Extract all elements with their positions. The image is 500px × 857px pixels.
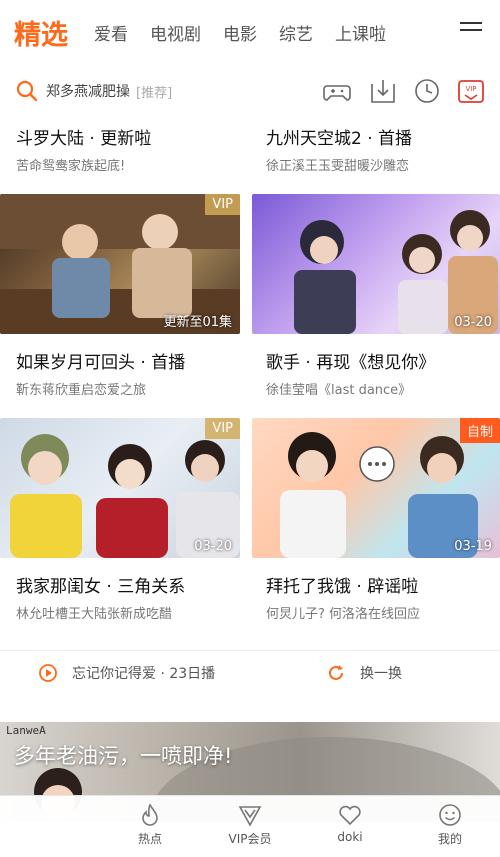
- video-title: 我家那闺女 · 三角关系: [16, 577, 186, 597]
- vip-badge: VIP: [205, 194, 240, 215]
- flame-icon: [142, 803, 158, 826]
- video-title: 如果岁月可回头 · 首播: [16, 353, 186, 373]
- search-bar[interactable]: 郑多燕减肥操 [推荐]: [16, 76, 306, 106]
- top-nav: 精选 爱看 电视剧 电影 综艺 上课啦: [0, 0, 500, 64]
- schedule-link-label: 忘记你记得爱 · 23日播: [72, 666, 216, 682]
- row1-right[interactable]: 九州天空城2 · 首播 徐正溪王玉雯甜暖沙雕恋: [266, 124, 500, 174]
- date-caption: 03-20: [194, 539, 232, 554]
- refresh-button[interactable]: 换一换: [326, 663, 402, 683]
- smiley-icon: [439, 804, 461, 826]
- video-subtitle: 靳东蒋欣重启恋爱之旅: [16, 383, 147, 398]
- video-thumbnail[interactable]: VIP 更新至01集: [0, 194, 240, 334]
- ad-brand: LanweA: [6, 724, 46, 737]
- nav-vip-label: VIP会员: [228, 832, 272, 846]
- nav-me-label: 我的: [437, 832, 462, 846]
- video-thumbnail[interactable]: 自制 03-19: [252, 418, 500, 558]
- svg-text:VIP: VIP: [465, 85, 476, 93]
- vip-icon[interactable]: VIP: [456, 76, 486, 106]
- ad-slogan: 多年老油污，一喷即净!: [14, 744, 233, 768]
- thumbnail-art: [294, 210, 498, 334]
- row3-right[interactable]: 拜托了我饿 · 辟谣啦 何炅儿子? 何洛洛在线回应: [266, 572, 500, 622]
- nav-vip[interactable]: VIP会员: [215, 802, 285, 847]
- menu-icon[interactable]: [460, 22, 482, 38]
- original-badge: 自制: [459, 418, 500, 443]
- nav-doki-label: doki: [337, 830, 363, 844]
- tab-class[interactable]: 上课啦: [335, 20, 386, 45]
- clock-icon[interactable]: [412, 76, 442, 106]
- refresh-label: 换一换: [360, 666, 402, 682]
- video-title: 九州天空城2 · 首播: [266, 129, 413, 149]
- vip-badge: VIP: [205, 418, 240, 439]
- tab-tv-series[interactable]: 电视剧: [150, 20, 201, 45]
- video-thumbnail[interactable]: 03-20: [252, 194, 500, 334]
- row1-left[interactable]: 斗罗大陆 · 更新啦 苦命鸳鸯家族起底!: [16, 124, 251, 174]
- nav-doki[interactable]: doki: [315, 802, 385, 844]
- video-thumbnail[interactable]: VIP 03-20: [0, 418, 240, 558]
- heart-icon: [339, 805, 361, 826]
- video-subtitle: 何炅儿子? 何洛洛在线回应: [266, 607, 421, 622]
- more-links: 忘记你记得爱 · 23日播 换一换: [0, 650, 500, 696]
- tab-aikan[interactable]: 爱看: [94, 20, 128, 45]
- video-subtitle: 徐正溪王玉雯甜暖沙雕恋: [266, 159, 410, 174]
- video-title: 斗罗大陆 · 更新啦: [16, 129, 152, 149]
- video-title: 拜托了我饿 · 辟谣啦: [266, 577, 419, 597]
- tab-variety[interactable]: 综艺: [279, 20, 313, 45]
- video-subtitle: 林允吐槽王大陆张新成吃醋: [16, 607, 173, 622]
- video-title: 歌手 · 再现《想见你》: [266, 353, 436, 373]
- vip-diamond-icon: [238, 806, 262, 827]
- tab-movies[interactable]: 电影: [223, 20, 257, 45]
- search-icon: [16, 80, 38, 102]
- refresh-icon: [329, 665, 343, 680]
- thumbnail-art: [10, 434, 240, 558]
- episode-caption: 更新至01集: [163, 315, 232, 330]
- search-row: 郑多燕减肥操 [推荐] VIP: [0, 68, 500, 114]
- date-caption: 03-19: [454, 539, 492, 554]
- nav-hot-label: 热点: [137, 832, 162, 846]
- search-tag: [推荐]: [136, 85, 173, 101]
- row2-right[interactable]: 歌手 · 再现《想见你》 徐佳莹唱《last dance》: [266, 348, 500, 398]
- nav-me[interactable]: 我的: [415, 802, 485, 847]
- search-placeholder: 郑多燕减肥操: [46, 84, 130, 100]
- date-caption: 03-20: [454, 315, 492, 330]
- video-subtitle: 苦命鸳鸯家族起底!: [16, 159, 126, 174]
- tab-featured[interactable]: 精选: [14, 13, 68, 52]
- video-subtitle: 徐佳莹唱《last dance》: [266, 383, 412, 398]
- schedule-link[interactable]: 忘记你记得爱 · 23日播: [38, 663, 215, 683]
- download-icon[interactable]: [368, 76, 398, 106]
- play-circle-icon: [39, 664, 57, 682]
- gamepad-icon[interactable]: [322, 76, 352, 106]
- row2-left[interactable]: 如果岁月可回头 · 首播 靳东蒋欣重启恋爱之旅: [16, 348, 251, 398]
- row3-left[interactable]: 我家那闺女 · 三角关系 林允吐槽王大陆张新成吃醋: [16, 572, 251, 622]
- bottom-nav: 热点 VIP会员 doki 我的: [0, 795, 500, 857]
- nav-hot[interactable]: 热点: [115, 802, 185, 847]
